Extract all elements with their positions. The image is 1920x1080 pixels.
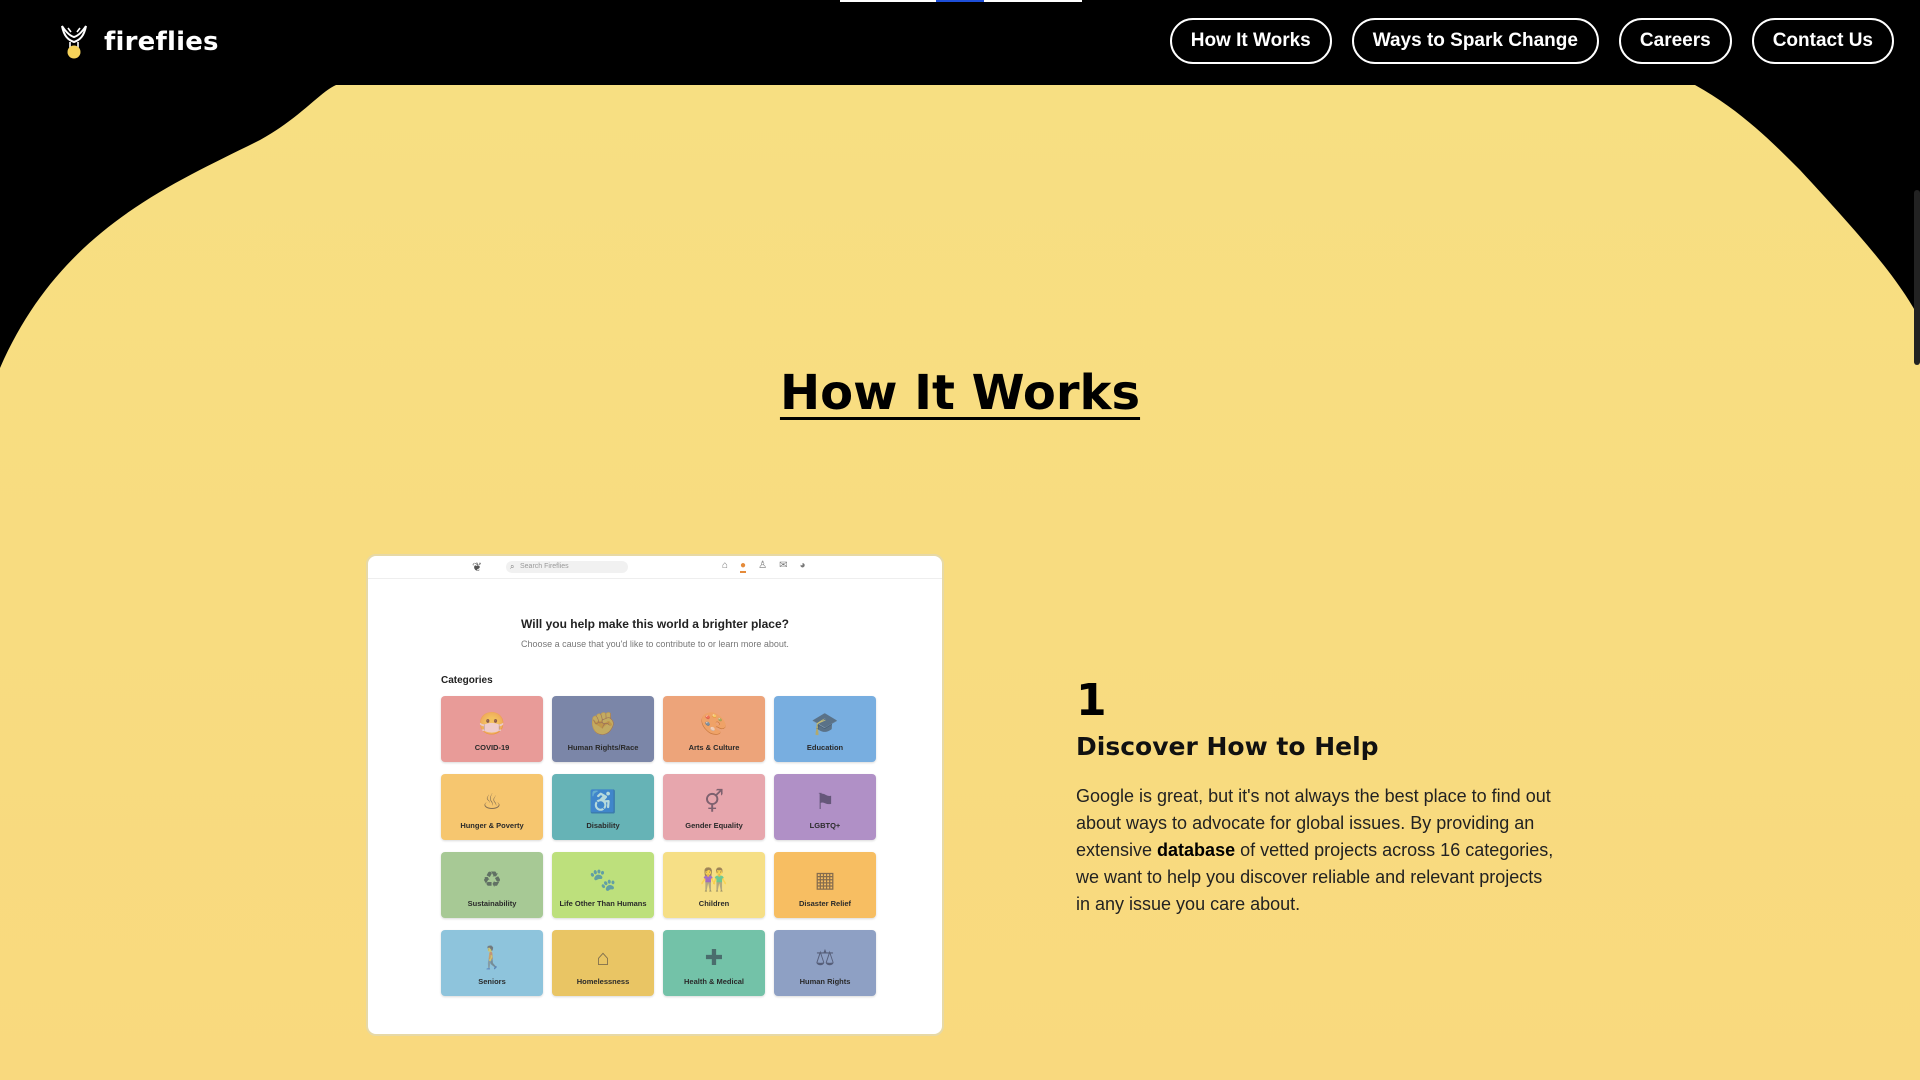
gender-icon: ⚥ <box>704 789 724 814</box>
top-navigation-bar: fireflies How It Works Ways to Spark Cha… <box>0 0 1920 85</box>
category-label: COVID-19 <box>474 743 510 752</box>
step-number: 1 <box>1076 675 1107 726</box>
category-tile: 🎨 Arts & Culture <box>663 696 765 762</box>
category-tile: 🚶 Seniors <box>441 930 543 996</box>
step-title: Discover How to Help <box>1076 732 1379 761</box>
category-tile: ♻ Sustainability <box>441 852 543 918</box>
category-label: Human Rights/Race <box>567 743 639 752</box>
wheelchair-icon: ♿ <box>589 789 617 814</box>
preview-logo-icon: ❦ <box>472 560 483 574</box>
flag-icon: ⚑ <box>815 789 835 814</box>
preview-search-input: Search Fireflies <box>506 561 628 573</box>
category-label: Human Rights <box>799 977 851 986</box>
brand-logo[interactable]: fireflies <box>54 22 219 62</box>
preview-categories-label: Categories <box>441 675 493 686</box>
category-tile: ⚥ Gender Equality <box>663 774 765 840</box>
category-tile: ▦ Disaster Relief <box>774 852 876 918</box>
preview-subtitle: Choose a cause that you'd like to contri… <box>521 639 789 649</box>
scales-icon: ⚖ <box>815 945 835 970</box>
app-preview-screenshot: ❦ Search Fireflies ⌂ ● ♙ ✉ ◕ Will you he… <box>366 554 944 1036</box>
category-label: Children <box>698 899 730 908</box>
paw-icon: 🐾 <box>589 867 617 892</box>
preview-toolbar: ❦ Search Fireflies ⌂ ● ♙ ✉ ◕ <box>368 556 942 579</box>
nav-contact-us[interactable]: Contact Us <box>1751 18 1894 64</box>
preview-explore-icon: ● <box>740 560 747 573</box>
step-description: Google is great, but it's not always the… <box>1076 783 1556 918</box>
category-label: Education <box>806 743 844 752</box>
category-tile: ⌂ Homelessness <box>552 930 654 996</box>
category-label: Arts & Culture <box>688 743 740 752</box>
preview-notification-icon: ✉ <box>779 560 788 571</box>
preview-user-icon: ♙ <box>758 560 768 571</box>
senior-icon: 🚶 <box>478 945 506 970</box>
preview-nav-icons: ⌂ ● ♙ ✉ ◕ <box>722 560 806 573</box>
step-text-database: database <box>1157 840 1236 860</box>
nav-careers[interactable]: Careers <box>1618 18 1732 64</box>
section-title: How It Works <box>779 365 1141 421</box>
category-label: Hunger & Poverty <box>460 821 524 830</box>
scroll-progress-indicator <box>840 0 1082 2</box>
nav-ways-to-spark-change[interactable]: Ways to Spark Change <box>1351 18 1599 64</box>
preview-home-icon: ⌂ <box>722 560 729 571</box>
preview-avatar-icon: ◕ <box>799 560 806 571</box>
preview-question: Will you help make this world a brighter… <box>521 617 789 631</box>
category-label: Disability <box>586 821 620 830</box>
nav-how-it-works[interactable]: How It Works <box>1169 18 1332 64</box>
category-label: Disaster Relief <box>798 899 852 908</box>
how-it-works-section: How It Works ❦ Search Fireflies ⌂ ● ♙ ✉ … <box>0 0 1920 1080</box>
category-label: Life Other Than Humans <box>559 899 647 908</box>
category-tile: ♿ Disability <box>552 774 654 840</box>
category-tile: ✊ Human Rights/Race <box>552 696 654 762</box>
category-tile: 😷 COVID-19 <box>441 696 543 762</box>
page-scrollbar-thumb[interactable] <box>1914 190 1920 365</box>
firefly-logo-icon <box>61 25 87 59</box>
category-label: Sustainability <box>467 899 517 908</box>
brand-name: fireflies <box>104 27 219 57</box>
palette-icon: 🎨 <box>700 711 728 736</box>
category-label: Gender Equality <box>685 821 743 830</box>
medkit-icon: ✚ <box>704 945 724 970</box>
mask-icon: 😷 <box>478 711 506 736</box>
category-label: LGBTQ+ <box>809 821 841 830</box>
category-tile: ✚ Health & Medical <box>663 930 765 996</box>
category-label: Health & Medical <box>683 977 744 986</box>
bowl-icon: ♨ <box>482 789 502 814</box>
category-tile: ⚖ Human Rights <box>774 930 876 996</box>
category-tile: 👫 Children <box>663 852 765 918</box>
preview-category-grid: 😷 COVID-19 ✊ Human Rights/Race 🎨 Arts & Cultu… <box>441 696 876 996</box>
recycle-icon: ♻ <box>482 867 502 892</box>
category-tile: ♨ Hunger & Poverty <box>441 774 543 840</box>
category-label: Seniors <box>478 977 506 986</box>
building-icon: ▦ <box>814 867 836 892</box>
category-tile: ⚑ LGBTQ+ <box>774 774 876 840</box>
main-nav: How It Works Ways to Spark Change Career… <box>1169 18 1894 64</box>
graduation-cap-icon: 🎓 <box>811 711 839 736</box>
category-tile: 🐾 Life Other Than Humans <box>552 852 654 918</box>
category-label: Homelessness <box>576 977 630 986</box>
category-tile: 🎓 Education <box>774 696 876 762</box>
fist-icon: ✊ <box>589 711 617 736</box>
children-icon: 👫 <box>700 867 728 892</box>
shelter-icon: ⌂ <box>596 945 610 970</box>
